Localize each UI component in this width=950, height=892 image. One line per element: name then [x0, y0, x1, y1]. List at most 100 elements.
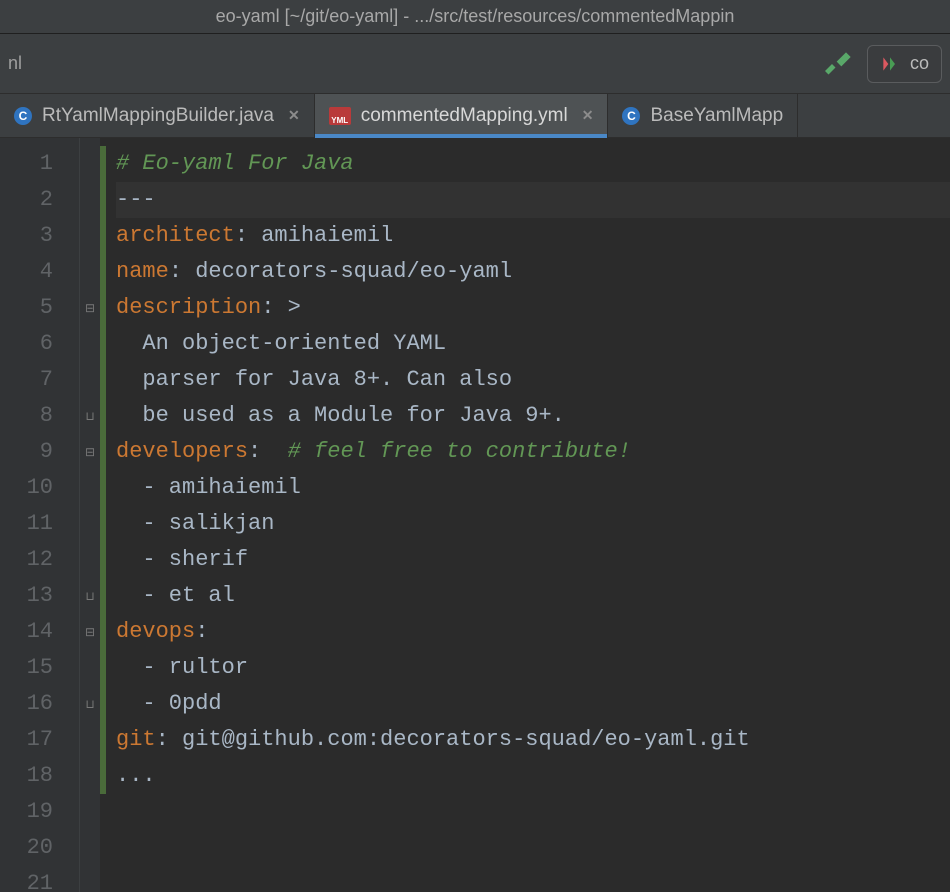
yaml-value: amihaiemil [261, 223, 393, 248]
code-line[interactable]: devops: [116, 614, 950, 650]
fold-spacer [80, 362, 100, 398]
yaml-key: git [116, 727, 156, 752]
yaml-comment: # Eo-yaml For Java [116, 151, 354, 176]
line-number: 19 [0, 794, 53, 830]
fold-open-icon[interactable]: ⊟ [80, 434, 100, 470]
code-line[interactable]: be used as a Module for Java 9+. [116, 398, 950, 434]
code-line[interactable]: - sherif [116, 542, 950, 578]
tab-baseyamlmapp[interactable]: C BaseYamlMapp [608, 94, 798, 137]
tab-rtyamlmappingbuilder[interactable]: C RtYamlMappingBuilder.java ✕ [0, 94, 315, 137]
code-editor[interactable]: 123456789101112131415161718192021 ⊟⊔⊟⊔⊟⊔… [0, 138, 950, 892]
yaml-value: be used as a Module for Java 9+. [142, 403, 564, 428]
yaml-key: description [116, 295, 261, 320]
code-line[interactable] [116, 794, 950, 830]
code-line[interactable]: name: decorators-squad/eo-yaml [116, 254, 950, 290]
code-line[interactable]: architect: amihaiemil [116, 218, 950, 254]
fold-close-icon[interactable]: ⊔ [80, 578, 100, 614]
yaml-value: - 0pdd [142, 691, 221, 716]
fold-spacer [80, 218, 100, 254]
line-number: 12 [0, 542, 53, 578]
code-line[interactable]: developers: # feel free to contribute! [116, 434, 950, 470]
fold-spacer [80, 254, 100, 290]
yaml-value: - salikjan [142, 511, 274, 536]
yaml-value: > [288, 295, 301, 320]
line-number: 15 [0, 650, 53, 686]
tab-label: RtYamlMappingBuilder.java [42, 105, 274, 127]
window-title-bar: eo-yaml [~/git/eo-yaml] - .../src/test/r… [0, 0, 950, 34]
editor-tab-bar: C RtYamlMappingBuilder.java ✕ YML commen… [0, 94, 950, 138]
line-number: 2 [0, 182, 53, 218]
line-number: 20 [0, 830, 53, 866]
fold-open-icon[interactable]: ⊟ [80, 614, 100, 650]
code-line[interactable]: An object-oriented YAML [116, 326, 950, 362]
yaml-key: devops [116, 619, 195, 644]
close-icon[interactable]: ✕ [578, 107, 594, 124]
build-icon[interactable] [825, 50, 853, 78]
fold-strip[interactable]: ⊟⊔⊟⊔⊟⊔ [80, 138, 100, 892]
code-line[interactable]: parser for Java 8+. Can also [116, 362, 950, 398]
close-icon[interactable]: ✕ [284, 107, 300, 124]
yaml-value: - et al [142, 583, 234, 608]
fold-spacer [80, 182, 100, 218]
line-number: 13 [0, 578, 53, 614]
line-number: 17 [0, 722, 53, 758]
code-line[interactable] [116, 830, 950, 866]
code-line[interactable]: ... [116, 758, 950, 794]
line-number: 6 [0, 326, 53, 362]
window-title: eo-yaml [~/git/eo-yaml] - .../src/test/r… [216, 6, 735, 27]
yaml-value: git@github.com:decorators-squad/eo-yaml.… [182, 727, 750, 752]
code-line[interactable]: - et al [116, 578, 950, 614]
run-arrows-icon [880, 54, 900, 74]
line-number: 21 [0, 866, 53, 892]
yaml-value: - sherif [142, 547, 248, 572]
line-number: 10 [0, 470, 53, 506]
fold-spacer [80, 146, 100, 182]
yml-file-icon: YML [329, 107, 351, 125]
tab-label: commentedMapping.yml [361, 105, 568, 127]
fold-close-icon[interactable]: ⊔ [80, 398, 100, 434]
line-number: 9 [0, 434, 53, 470]
fold-spacer [80, 470, 100, 506]
yaml-key: name [116, 259, 169, 284]
fold-spacer [80, 542, 100, 578]
fold-spacer [80, 758, 100, 794]
code-line[interactable] [116, 866, 950, 892]
line-number: 5 [0, 290, 53, 326]
breadcrumb-fragment: nl [8, 53, 22, 74]
line-number: 3 [0, 218, 53, 254]
yaml-key: developers [116, 439, 248, 464]
code-area[interactable]: # Eo-yaml For Java ---architect: amihaiem… [106, 138, 950, 892]
ide-toolbar: nl co [0, 34, 950, 94]
code-line[interactable]: --- [116, 182, 950, 218]
breadcrumb[interactable]: nl [8, 53, 22, 74]
line-number: 1 [0, 146, 53, 182]
line-number: 16 [0, 686, 53, 722]
fold-spacer [80, 794, 100, 830]
line-number: 8 [0, 398, 53, 434]
run-config-label: co [910, 53, 929, 74]
fold-spacer [80, 830, 100, 866]
java-file-icon: C [14, 107, 32, 125]
fold-open-icon[interactable]: ⊟ [80, 290, 100, 326]
yaml-value: ... [116, 763, 156, 788]
line-number: 7 [0, 362, 53, 398]
code-line[interactable]: git: git@github.com:decorators-squad/eo-… [116, 722, 950, 758]
fold-close-icon[interactable]: ⊔ [80, 686, 100, 722]
code-line[interactable]: - salikjan [116, 506, 950, 542]
run-configuration-selector[interactable]: co [867, 45, 942, 83]
code-line[interactable]: - rultor [116, 650, 950, 686]
fold-spacer [80, 722, 100, 758]
fold-spacer [80, 326, 100, 362]
code-line[interactable]: - 0pdd [116, 686, 950, 722]
code-line[interactable]: - amihaiemil [116, 470, 950, 506]
code-line[interactable]: description: > [116, 290, 950, 326]
yaml-value: - rultor [142, 655, 248, 680]
yaml-comment: # feel free to contribute! [288, 439, 631, 464]
yaml-value: decorators-squad/eo-yaml [195, 259, 512, 284]
yaml-key: architect [116, 223, 235, 248]
line-number: 18 [0, 758, 53, 794]
code-line[interactable]: # Eo-yaml For Java [116, 146, 950, 182]
line-number-gutter: 123456789101112131415161718192021 [0, 138, 80, 892]
yaml-value: An object-oriented YAML [142, 331, 446, 356]
tab-commentedmapping[interactable]: YML commentedMapping.yml ✕ [315, 94, 609, 137]
